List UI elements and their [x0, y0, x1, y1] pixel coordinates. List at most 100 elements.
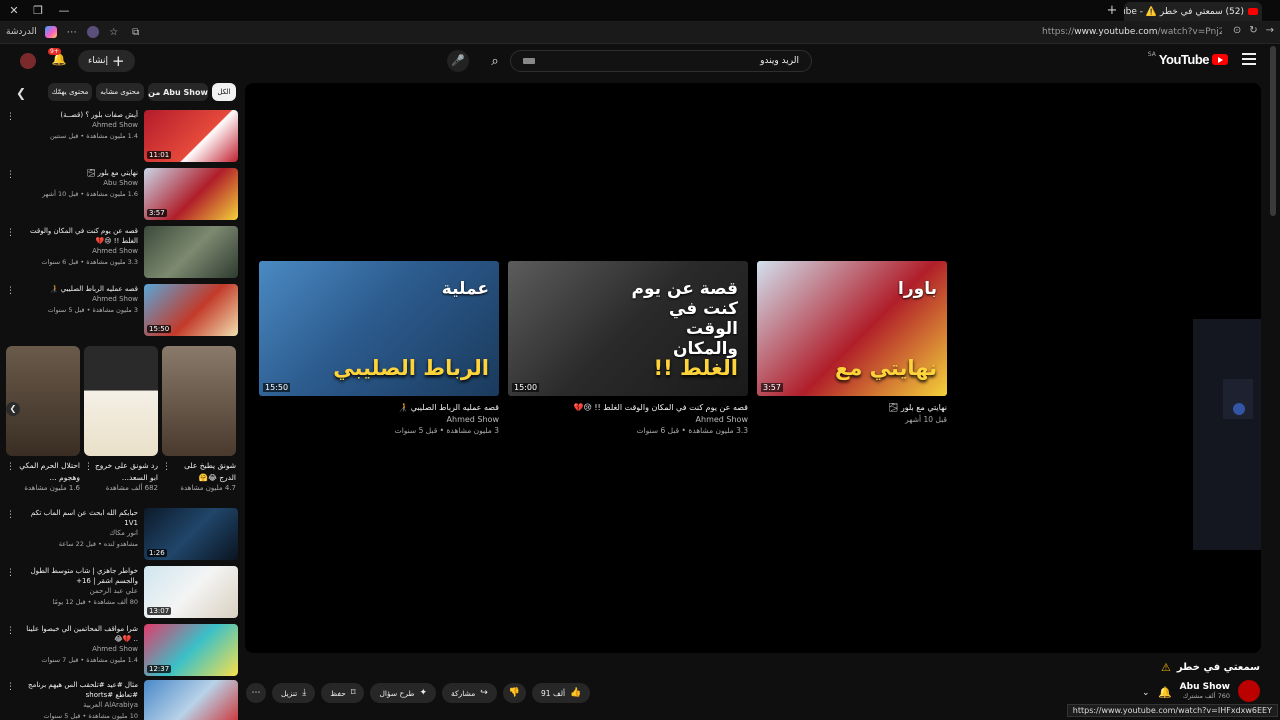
- video-info[interactable]: نهايتي مع بلور 🌫 Abu Show 1.6 مليون مشاهدة…: [20, 168, 138, 199]
- end-screen-card[interactable]: باورا نهايتي مع 3:57 نهايتي مع بلور 🌫 قبل 10…: [757, 261, 947, 425]
- video-menu-icon[interactable]: ⋮: [6, 682, 15, 692]
- video-thumbnail[interactable]: 12:37: [144, 624, 238, 676]
- favorites-icon[interactable]: ☆: [107, 25, 121, 39]
- restore-window-icon[interactable]: ❐: [30, 3, 46, 19]
- chevron-down-icon[interactable]: ⌄: [1142, 688, 1150, 698]
- chip-related[interactable]: محتوى مشابه: [96, 83, 144, 101]
- video-title[interactable]: قصه عن يوم كنت في المكان والوقت الغلط !!…: [20, 226, 138, 246]
- video-menu-icon[interactable]: ⋮: [6, 510, 15, 520]
- end-screen-card[interactable]: قصة عن يوم كنت في الوقت والمكان الغلط !! 1…: [508, 261, 748, 436]
- more-icon[interactable]: ⋯: [65, 25, 79, 39]
- chip-all[interactable]: الكل: [212, 83, 236, 101]
- video-title[interactable]: قصه عمليه الرباط الصليبي 🧑‍🦯: [20, 284, 138, 294]
- youtube-logo[interactable]: SA YouTube: [1148, 51, 1228, 67]
- channel-owner[interactable]: Abu Show 760 ألف مشترك: [1180, 680, 1260, 702]
- account-avatar[interactable]: [20, 53, 36, 69]
- url-field[interactable]: https://www.youtube.com/watch?v=Pnj2NPu6…: [1042, 27, 1222, 37]
- video-title[interactable]: نهايتي مع بلور 🌫: [20, 168, 138, 178]
- recommended-video[interactable]: 12:37 ⋮ شرا مواقف المحاتمين الي خبصوا علين…: [6, 624, 238, 676]
- channel-name[interactable]: Abu Show: [1180, 682, 1230, 692]
- short-title[interactable]: احتلال الحرم المكي وهجوم ...: [6, 460, 80, 484]
- video-menu-icon[interactable]: ⋮: [6, 170, 15, 180]
- short-menu-icon[interactable]: ⋮: [162, 462, 171, 472]
- create-button[interactable]: إنشاء +: [78, 50, 135, 72]
- shorts-prev-arrow-icon[interactable]: ❮: [6, 402, 20, 416]
- short-thumbnail[interactable]: [84, 346, 158, 456]
- lock-icon[interactable]: ⊙: [1233, 25, 1241, 36]
- end-screen-card[interactable]: عملية الرباط الصليبي 15:50 قصه عمليه الرباط…: [259, 261, 499, 436]
- video-menu-icon[interactable]: ⋮: [6, 568, 15, 578]
- video-info[interactable]: قصه عن يوم كنت في المكان والوقت الغلط !!…: [20, 226, 138, 267]
- recommended-video[interactable]: 13:07 ⋮ خواطر جاهزي | شاب متوسط الطول والج…: [6, 566, 238, 618]
- recommended-video[interactable]: ⋮ مثال #عيد #تلحقب الس هيهم برنامج #تعاطع…: [6, 680, 238, 720]
- search-icon[interactable]: ⌕: [484, 51, 506, 73]
- short-title[interactable]: شونق يطبخ على الدرج 😂🤗: [162, 460, 236, 484]
- channel-name[interactable]: Abu Show: [20, 178, 138, 189]
- chevron-left-icon[interactable]: ❮: [16, 86, 26, 100]
- end-card-title[interactable]: نهايتي مع بلور 🌫: [757, 402, 947, 414]
- collections-icon[interactable]: ⧉: [129, 25, 143, 39]
- hamburger-menu-icon[interactable]: [1242, 53, 1256, 65]
- channel-avatar[interactable]: [1238, 680, 1260, 702]
- video-thumbnail[interactable]: 1:26: [144, 508, 238, 560]
- end-card-thumbnail[interactable]: قصة عن يوم كنت في الوقت والمكان الغلط !! 1…: [508, 261, 748, 396]
- recommended-video[interactable]: 15:50 ⋮ قصه عمليه الرباط الصليبي 🧑‍🦯 Ahmed …: [6, 284, 238, 336]
- video-thumbnail[interactable]: 13:07: [144, 566, 238, 618]
- video-info[interactable]: مثال #عيد #تلحقب الس هيهم برنامج #تعاطع …: [20, 680, 138, 720]
- video-title[interactable]: خواطر جاهزي | شاب متوسط الطول والجسم اشق…: [20, 566, 138, 586]
- video-info[interactable]: حبابكم الله ابحث عن اسم الماب تكم 1V1 انو…: [20, 508, 138, 549]
- short-menu-icon[interactable]: ⋮: [6, 462, 15, 472]
- download-button[interactable]: تنزيل ⤓: [272, 683, 316, 703]
- end-card-title[interactable]: قصه عن يوم كنت في المكان والوقت الغلط !!…: [508, 402, 748, 414]
- search-input[interactable]: الريد ويندو: [510, 50, 812, 72]
- save-button[interactable]: حفظ ⌑: [321, 683, 365, 703]
- channel-name[interactable]: Ahmed Show: [20, 246, 138, 257]
- copilot-icon[interactable]: [44, 26, 57, 38]
- video-title[interactable]: مثال #عيد #تلحقب الس هيهم برنامج #تعاطع …: [20, 680, 138, 700]
- profile-avatar[interactable]: [86, 26, 99, 38]
- close-window-icon[interactable]: ✕: [6, 3, 22, 19]
- video-thumbnail[interactable]: [144, 680, 238, 720]
- video-thumbnail[interactable]: 15:50: [144, 284, 238, 336]
- video-info[interactable]: خواطر جاهزي | شاب متوسط الطول والجسم اشق…: [20, 566, 138, 607]
- active-tab[interactable]: (52) سمعتي في خطر ⚠️ - YouTube ✕: [1124, 2, 1262, 21]
- video-info[interactable]: قصه عمليه الرباط الصليبي 🧑‍🦯 Ahmed Show 3 …: [20, 284, 138, 315]
- video-thumbnail[interactable]: 3:57: [144, 168, 238, 220]
- channel-name[interactable]: Ahmed Show: [20, 294, 138, 305]
- dislike-button[interactable]: 👎: [502, 683, 526, 703]
- video-menu-icon[interactable]: ⋮: [6, 626, 15, 636]
- channel-name[interactable]: Ahmed Show: [20, 120, 138, 131]
- end-card-channel[interactable]: Ahmed Show: [508, 414, 748, 425]
- recommended-video[interactable]: ⋮ قصه عن يوم كنت في المكان والوقت الغلط !…: [6, 226, 238, 278]
- channel-name[interactable]: AlArabiya العربية: [20, 700, 138, 711]
- recommended-video[interactable]: 1:26 ⋮ حبابكم الله ابحث عن اسم الماب تكم 1…: [6, 508, 238, 560]
- new-tab-button[interactable]: +: [1104, 3, 1120, 19]
- profile-label[interactable]: الدردشة: [6, 27, 37, 37]
- video-menu-icon[interactable]: ⋮: [6, 286, 15, 296]
- short-thumbnail[interactable]: [6, 346, 80, 456]
- video-thumbnail[interactable]: [144, 226, 238, 278]
- short-menu-icon[interactable]: ⋮: [84, 462, 93, 472]
- voice-search-mic-icon[interactable]: 🎤: [447, 50, 469, 72]
- short-thumbnail[interactable]: [162, 346, 236, 456]
- page-scrollbar[interactable]: [1270, 46, 1276, 216]
- reload-icon[interactable]: ↻: [1249, 25, 1257, 36]
- more-actions-button[interactable]: ⋯: [246, 683, 266, 703]
- recommended-video[interactable]: 3:57 ⋮ نهايتي مع بلور 🌫 Abu Show 1.6 مليون م…: [6, 168, 238, 220]
- forward-icon[interactable]: →: [1266, 25, 1274, 36]
- short-item[interactable]: احتلال الحرم المكي وهجوم ... 1.6 مليون م…: [6, 346, 80, 492]
- video-title[interactable]: أيش صفات بلور ؟ (قصــة): [20, 110, 138, 120]
- short-title[interactable]: رد شونق على خروج ابو السعد...: [84, 460, 158, 484]
- channel-name[interactable]: علي عبد الرحمن: [20, 586, 138, 597]
- like-button[interactable]: 91 ألف 👍: [532, 683, 591, 703]
- end-card-title[interactable]: قصه عمليه الرباط الصليبي 🧑‍🦯: [259, 402, 499, 414]
- video-player[interactable]: عملية الرباط الصليبي 15:50 قصه عمليه الرباط…: [245, 83, 1261, 653]
- video-menu-icon[interactable]: ⋮: [6, 112, 15, 122]
- end-card-channel[interactable]: Ahmed Show: [259, 414, 499, 425]
- subscribed-bell-icon[interactable]: 🔔: [1158, 686, 1172, 699]
- ask-button[interactable]: طرح سؤال ✦: [370, 683, 437, 703]
- share-button[interactable]: مشاركة ↪: [442, 683, 497, 703]
- video-title[interactable]: حبابكم الله ابحث عن اسم الماب تكم 1V1: [20, 508, 138, 528]
- video-title[interactable]: شرا مواقف المحاتمين الي خبصوا علينا .. 💔…: [20, 624, 138, 644]
- video-info[interactable]: أيش صفات بلور ؟ (قصــة) Ahmed Show 1.4 ملي…: [20, 110, 138, 141]
